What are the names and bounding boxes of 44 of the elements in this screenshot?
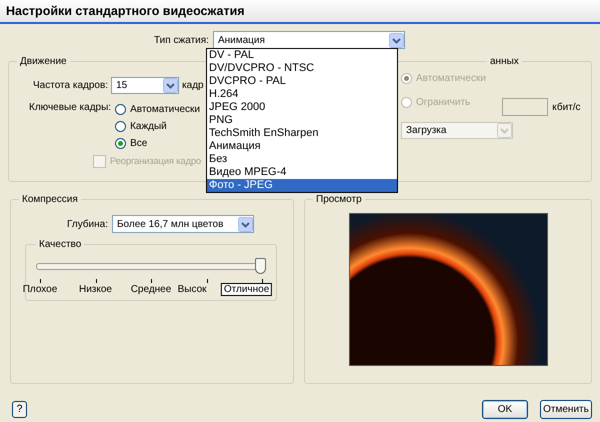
list-item[interactable]: DVCPRO - PAL — [207, 75, 397, 88]
field-label: Частота кадров: — [33, 80, 108, 91]
list-item[interactable]: Видео MPEG-4 — [207, 166, 397, 179]
list-item[interactable]: TechSmith EnSharpen — [207, 127, 397, 140]
ok-button[interactable]: OK — [482, 400, 528, 418]
list-item[interactable]: Фото - JPEG — [207, 179, 397, 192]
slider[interactable] — [36, 258, 266, 274]
tick-label: Низкое — [79, 284, 112, 295]
window-title: Настройки стандартного видеосжатия — [6, 4, 245, 18]
group-title: Просмотр — [315, 194, 363, 205]
unit-label: кадр — [182, 80, 204, 91]
tick-label: Плохое — [22, 284, 58, 295]
list-item[interactable]: JPEG 2000 — [207, 101, 397, 114]
group-title: Компрессия — [21, 194, 79, 205]
radio-button[interactable]: Каждый — [115, 119, 167, 133]
list-item[interactable]: Без — [207, 153, 397, 166]
slider-thumb[interactable] — [255, 258, 266, 274]
dropdown[interactable]: 15 — [111, 77, 180, 94]
radio-button[interactable]: Все — [115, 136, 148, 150]
tick-mark — [262, 279, 263, 283]
tick-mark — [40, 279, 41, 283]
dropdown[interactable]: Более 16,7 млн цветов — [112, 215, 254, 233]
group-title: Движение — [19, 56, 68, 67]
unit-label: кбит/с — [552, 102, 581, 112]
cancel-button[interactable]: Отменить — [540, 400, 592, 418]
list-item[interactable]: Анимация — [207, 140, 397, 153]
help-button[interactable]: ? — [12, 400, 27, 418]
field-label: Ключевые кадры: — [29, 102, 112, 115]
list-item[interactable]: DV/DVCPRO - NTSC — [207, 62, 397, 75]
radio-button[interactable]: Автоматически — [115, 102, 200, 116]
list-item[interactable]: DV - PAL — [207, 49, 397, 62]
list-item[interactable]: H.264 — [207, 88, 397, 101]
group-title: анных — [489, 56, 520, 67]
field-label: Глубина: — [67, 218, 108, 230]
tick-label: Высок — [178, 284, 206, 295]
list-item[interactable]: PNG — [207, 114, 397, 127]
value-tooltip: Отличное — [220, 283, 272, 296]
tick-mark — [206, 279, 208, 283]
tick-label: Среднее — [130, 284, 172, 295]
input-field[interactable] — [502, 98, 548, 116]
field-label: Тип сжатия: — [154, 34, 209, 46]
dropdown[interactable]: Анимация — [212, 31, 405, 49]
tick-mark — [151, 279, 152, 283]
group-title: Качество — [38, 239, 82, 250]
